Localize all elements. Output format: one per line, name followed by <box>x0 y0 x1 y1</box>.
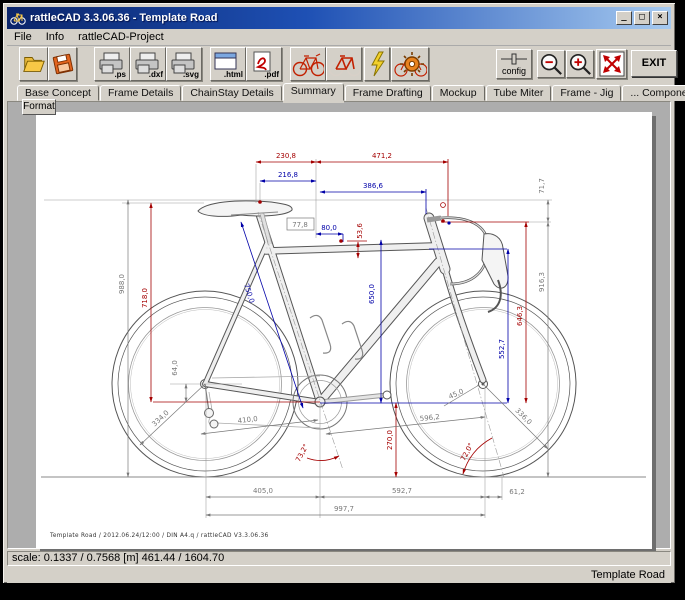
dim-label-front-center-h: 592,7 <box>392 487 412 495</box>
red-frame-icon <box>328 51 360 77</box>
scale-text: scale: 0.1337 / 0.7568 [m] 461.44 / 1604… <box>12 552 224 564</box>
menu-rattlecad-project[interactable]: rattleCAD-Project <box>71 30 171 44</box>
bottom-status-bar: Template Road <box>7 568 671 583</box>
drawing-paper: 230,8 471,2 718,0 646,3 270,0 53,6 73,2°… <box>36 112 652 549</box>
maximize-button[interactable]: □ <box>634 11 650 25</box>
printer-svg-icon: .svg <box>168 49 200 79</box>
bike-frame-fill <box>205 216 483 402</box>
scale-status-bar: scale: 0.1337 / 0.7568 [m] 461.44 / 1604… <box>7 551 671 566</box>
tab-summary[interactable]: Summary <box>283 83 344 101</box>
tab-components[interactable]: ... Components <box>622 85 685 101</box>
app-window: rattleCAD 3.3.06.36 - Template Road _ □ … <box>2 2 676 584</box>
save-button[interactable] <box>48 47 77 81</box>
export-svg-button[interactable]: .svg <box>166 47 202 81</box>
project-name-label: Template Road <box>591 569 665 581</box>
zoom-fit-button[interactable] <box>596 49 627 79</box>
open-button[interactable] <box>19 47 48 81</box>
printer-dxf-icon: .dxf <box>132 49 164 79</box>
dxf-label: .dxf <box>149 70 164 79</box>
close-button[interactable]: × <box>652 11 668 25</box>
dim-label-bar-height: 552,7 <box>498 339 506 359</box>
save-icon <box>50 51 76 77</box>
tab-frame-jig[interactable]: Frame - Jig <box>552 85 621 101</box>
dim-label-head-height: 916,3 <box>538 272 546 292</box>
dim-label-front-radius: 336,0 <box>513 407 533 427</box>
svg-label: .svg <box>183 70 199 79</box>
dim-label-bb-drop: 64,0 <box>171 360 179 376</box>
pdf-icon: .pdf <box>248 49 280 79</box>
bike-gear-icon <box>393 50 427 78</box>
exit-button[interactable]: EXIT <box>631 50 677 77</box>
minimize-button[interactable]: _ <box>616 11 632 25</box>
dim-label-saddle-height: 718,0 <box>141 288 149 308</box>
export-ps-button[interactable]: .ps <box>94 47 130 81</box>
window-title: rattleCAD 3.3.06.36 - Template Road <box>30 12 614 24</box>
ps-label: .ps <box>114 70 126 79</box>
menu-file[interactable]: File <box>7 30 39 44</box>
dim-label-wheelbase: 997,7 <box>334 505 354 513</box>
red-bike-icon <box>292 51 324 77</box>
slider-icon: config <box>498 51 530 77</box>
tab-mockup[interactable]: Mockup <box>432 85 485 101</box>
export-pdf-button[interactable]: .pdf <box>246 47 282 81</box>
dim-label-saddle-bb: 230,8 <box>276 152 296 160</box>
drawing-title-block: Template Road / 2012.06.24/12:00 / DIN A… <box>49 533 269 539</box>
export-html-button[interactable]: .html <box>210 47 246 81</box>
title-bar[interactable]: rattleCAD 3.3.06.36 - Template Road _ □ … <box>7 7 671 29</box>
menu-info[interactable]: Info <box>39 30 71 44</box>
app-icon <box>10 11 26 25</box>
bottle-cages <box>310 315 363 359</box>
bike-frame-button[interactable] <box>326 47 362 81</box>
drawing-canvas[interactable]: Format <box>7 101 671 549</box>
dim-label-setback-ref: 77,8 <box>292 221 308 229</box>
zoom-out-icon <box>539 52 563 76</box>
dim-label-setback: 80,0 <box>321 224 337 232</box>
construction-lines <box>41 159 646 518</box>
printer-ps-icon: .ps <box>96 49 128 79</box>
lightning-icon <box>366 50 388 78</box>
dim-label-seat-angle: 73,2° <box>294 443 310 464</box>
dim-label-bb-head: 386,6 <box>363 182 384 190</box>
menu-bar: File Info rattleCAD-Project <box>7 29 671 46</box>
tab-chainstay-details[interactable]: ChainStay Details <box>182 85 281 101</box>
dim-label-overall-height: 988,0 <box>118 274 126 294</box>
flash-update-button[interactable] <box>364 47 390 81</box>
html-icon: .html <box>212 49 244 79</box>
open-folder-icon <box>21 51 47 77</box>
pdf-label: .pdf <box>264 70 279 79</box>
dim-label-saddle-post: 216,8 <box>278 171 298 179</box>
toolbar: .ps .dxf .svg .html <box>7 46 671 83</box>
zoom-in-button[interactable] <box>566 50 594 78</box>
dim-label-head-angle: 72,0° <box>459 442 475 463</box>
zoom-in-icon <box>568 52 592 76</box>
config-label: config <box>502 66 526 76</box>
fit-view-icon <box>599 51 625 77</box>
bike-drawing: 230,8 471,2 718,0 646,3 270,0 53,6 73,2°… <box>36 112 652 549</box>
dim-label-chainstay: 410,0 <box>237 415 258 425</box>
tab-bar: Base Concept Frame Details ChainStay Det… <box>7 84 671 101</box>
bike-geometry-button[interactable] <box>290 47 326 81</box>
export-dxf-button[interactable]: .dxf <box>130 47 166 81</box>
dim-label-bar-drop: 53,6 <box>356 223 364 239</box>
bike-config-button[interactable] <box>391 47 429 81</box>
saddle <box>198 201 292 244</box>
dim-label-bb-height: 270,0 <box>386 430 394 450</box>
tab-frame-drafting[interactable]: Frame Drafting <box>345 85 431 101</box>
dim-label-head-top-offset: 71,7 <box>538 178 546 194</box>
dim-label-front-center: 596,2 <box>419 413 440 423</box>
dim-label-trail: 61,2 <box>509 488 525 496</box>
tab-frame-details[interactable]: Frame Details <box>100 85 181 101</box>
tab-tube-miter[interactable]: Tube Miter <box>486 85 552 101</box>
dim-label-frame-height: 650,0 <box>368 284 376 304</box>
html-label: .html <box>224 70 243 79</box>
dim-label-stem-height: 646,3 <box>516 306 524 326</box>
dimensions-red: 230,8 471,2 718,0 646,3 270,0 53,6 73,2°… <box>141 152 526 477</box>
format-button[interactable]: Format <box>22 99 56 115</box>
config-button[interactable]: config <box>496 49 532 79</box>
dim-label-bb-stem: 471,2 <box>372 152 392 160</box>
zoom-out-button[interactable] <box>537 50 565 78</box>
dim-label-rear-center: 405,0 <box>253 487 273 495</box>
